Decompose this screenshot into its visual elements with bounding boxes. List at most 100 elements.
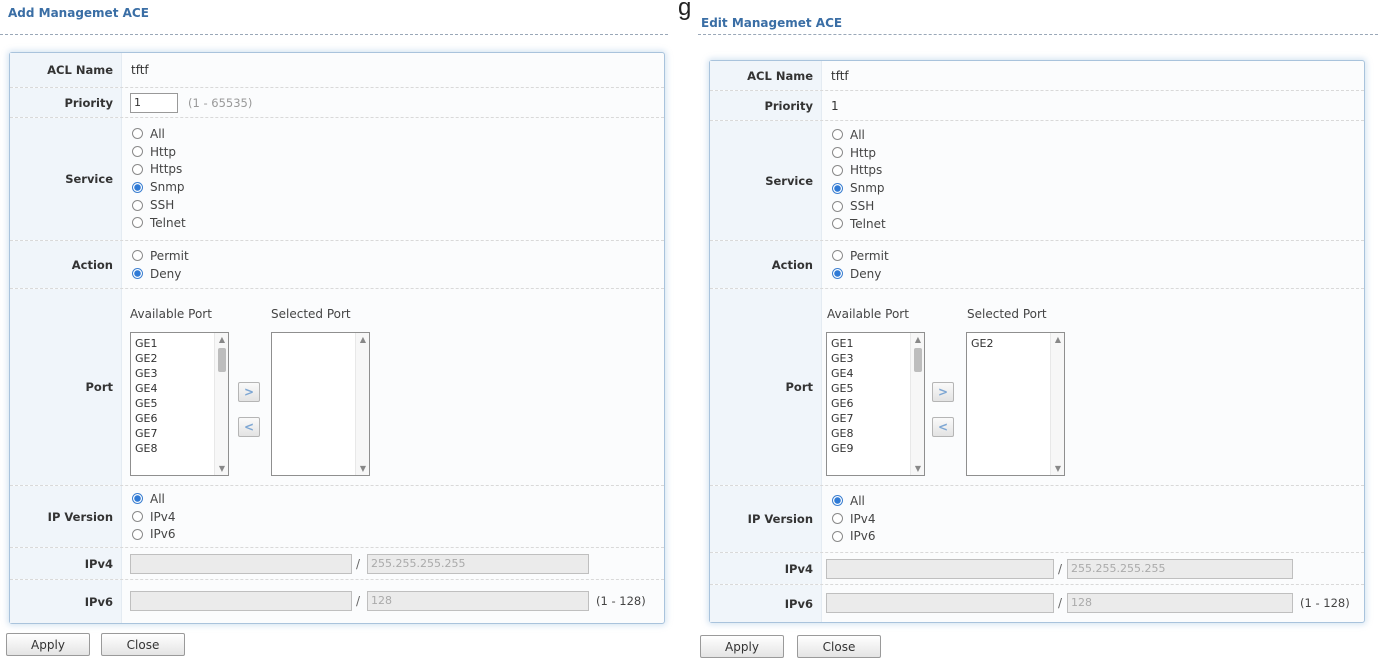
service-option-telnet[interactable]: Telnet (832, 215, 886, 233)
ipv4-address-input[interactable] (826, 559, 1054, 579)
port-option[interactable]: GE2 (971, 336, 993, 351)
port-option[interactable]: GE4 (135, 381, 157, 396)
action-option-permit[interactable]: Permit (832, 247, 889, 265)
move-right-button[interactable]: > (238, 382, 260, 402)
port-option[interactable]: GE1 (831, 336, 853, 351)
ip-version-option-ipv4[interactable]: IPv4 (832, 510, 876, 528)
move-right-button[interactable]: > (932, 382, 954, 402)
ip-version-label: IP Version (10, 486, 122, 547)
radio-button[interactable] (132, 217, 143, 229)
service-option-snmp[interactable]: Snmp (832, 179, 886, 197)
radio-button[interactable] (832, 268, 843, 280)
port-option[interactable]: GE8 (135, 441, 157, 456)
service-option-http[interactable]: Http (832, 144, 886, 162)
service-option-telnet[interactable]: Telnet (132, 214, 186, 232)
ipv4-address-input[interactable] (130, 554, 352, 574)
scroll-up-icon[interactable]: ▲ (215, 335, 228, 344)
radio-button[interactable] (832, 513, 843, 525)
scroll-up-icon[interactable]: ▲ (911, 335, 924, 344)
scroll-thumb[interactable] (218, 348, 226, 372)
radio-button[interactable] (832, 200, 843, 212)
ipv6-address-input[interactable] (130, 591, 352, 611)
service-option-all[interactable]: All (132, 125, 186, 143)
ip-version-option-all[interactable]: All (132, 490, 176, 508)
port-option[interactable]: GE8 (831, 426, 853, 441)
ip-version-option-ipv6[interactable]: IPv6 (132, 526, 176, 544)
scroll-down-icon[interactable]: ▼ (215, 464, 228, 473)
radio-button[interactable] (132, 528, 143, 540)
port-option[interactable]: GE2 (135, 351, 157, 366)
ipv4-mask-input[interactable]: 255.255.255.255 (1067, 559, 1293, 579)
port-option[interactable]: GE6 (135, 411, 157, 426)
radio-button[interactable] (832, 147, 843, 159)
selected-port-scrollbar[interactable]: ▲ ▼ (355, 333, 369, 475)
port-option[interactable]: GE6 (831, 396, 853, 411)
available-port-list[interactable]: GE1 GE2 GE3 GE4 GE5 GE6 GE7 GE8 ▲ ▼ (130, 332, 229, 476)
port-option[interactable]: GE1 (135, 336, 157, 351)
apply-button[interactable]: Apply (6, 633, 90, 656)
available-port-scrollbar[interactable]: ▲ ▼ (214, 333, 228, 475)
service-option-snmp[interactable]: Snmp (132, 178, 186, 196)
port-option[interactable]: GE9 (831, 441, 853, 456)
ipv6-prefix-input[interactable]: 128 (367, 591, 589, 611)
radio-button[interactable] (132, 128, 143, 140)
radio-button[interactable] (132, 268, 143, 280)
service-option-ssh[interactable]: SSH (132, 196, 186, 214)
add-form-panel: ACL Name tftf Priority 1 (1 - 65535) Ser… (9, 52, 665, 624)
ip-version-option-ipv4[interactable]: IPv4 (132, 508, 176, 526)
port-option[interactable]: GE3 (831, 351, 853, 366)
service-radio-group: All Http Https Snmp SSH Telnet (832, 126, 886, 233)
selected-port-scrollbar[interactable]: ▲ ▼ (1050, 333, 1064, 475)
radio-button[interactable] (132, 181, 143, 193)
radio-button[interactable] (132, 146, 143, 158)
radio-button[interactable] (832, 250, 843, 262)
action-option-deny[interactable]: Deny (832, 265, 889, 283)
radio-button[interactable] (132, 163, 143, 175)
scroll-down-icon[interactable]: ▼ (356, 464, 369, 473)
scroll-down-icon[interactable]: ▼ (1051, 464, 1064, 473)
port-option[interactable]: GE7 (831, 411, 853, 426)
ip-version-option-ipv6[interactable]: IPv6 (832, 528, 876, 546)
ipv6-address-input[interactable] (826, 593, 1054, 613)
selected-port-list[interactable]: GE2 ▲ ▼ (966, 332, 1065, 476)
radio-button[interactable] (832, 530, 843, 542)
ipv4-mask-input[interactable]: 255.255.255.255 (367, 554, 589, 574)
service-option-https[interactable]: Https (832, 162, 886, 180)
available-port-list[interactable]: GE1 GE3 GE4 GE5 GE6 GE7 GE8 GE9 ▲ ▼ (826, 332, 925, 476)
acl-name-label: ACL Name (710, 61, 822, 90)
ipv6-prefix-input[interactable]: 128 (1067, 593, 1293, 613)
radio-button[interactable] (832, 182, 843, 194)
scroll-up-icon[interactable]: ▲ (356, 335, 369, 344)
action-option-deny[interactable]: Deny (132, 265, 189, 283)
port-option[interactable]: GE5 (831, 381, 853, 396)
port-option[interactable]: GE7 (135, 426, 157, 441)
port-option[interactable]: GE3 (135, 366, 157, 381)
radio-button[interactable] (832, 218, 843, 230)
close-button[interactable]: Close (101, 633, 185, 656)
service-option-http[interactable]: Http (132, 143, 186, 161)
scroll-up-icon[interactable]: ▲ (1051, 335, 1064, 344)
radio-button[interactable] (132, 250, 143, 262)
scroll-thumb[interactable] (914, 348, 922, 372)
radio-button[interactable] (132, 493, 143, 505)
available-port-scrollbar[interactable]: ▲ ▼ (910, 333, 924, 475)
ip-version-option-all[interactable]: All (832, 492, 876, 510)
service-option-https[interactable]: Https (132, 161, 186, 179)
service-option-ssh[interactable]: SSH (832, 197, 886, 215)
radio-button[interactable] (832, 495, 843, 507)
port-option[interactable]: GE5 (135, 396, 157, 411)
action-radio-group: Permit Deny (132, 247, 189, 283)
action-option-permit[interactable]: Permit (132, 247, 189, 265)
move-left-button[interactable]: < (932, 417, 954, 437)
selected-port-list[interactable]: ▲ ▼ (271, 332, 370, 476)
move-left-button[interactable]: < (238, 417, 260, 437)
radio-button[interactable] (832, 129, 843, 141)
service-option-all[interactable]: All (832, 126, 886, 144)
priority-input[interactable]: 1 (130, 93, 178, 113)
scroll-down-icon[interactable]: ▼ (911, 464, 924, 473)
acl-name-value: tftf (131, 63, 149, 77)
radio-button[interactable] (832, 164, 843, 176)
port-option[interactable]: GE4 (831, 366, 853, 381)
radio-button[interactable] (132, 511, 143, 523)
radio-button[interactable] (132, 199, 143, 211)
